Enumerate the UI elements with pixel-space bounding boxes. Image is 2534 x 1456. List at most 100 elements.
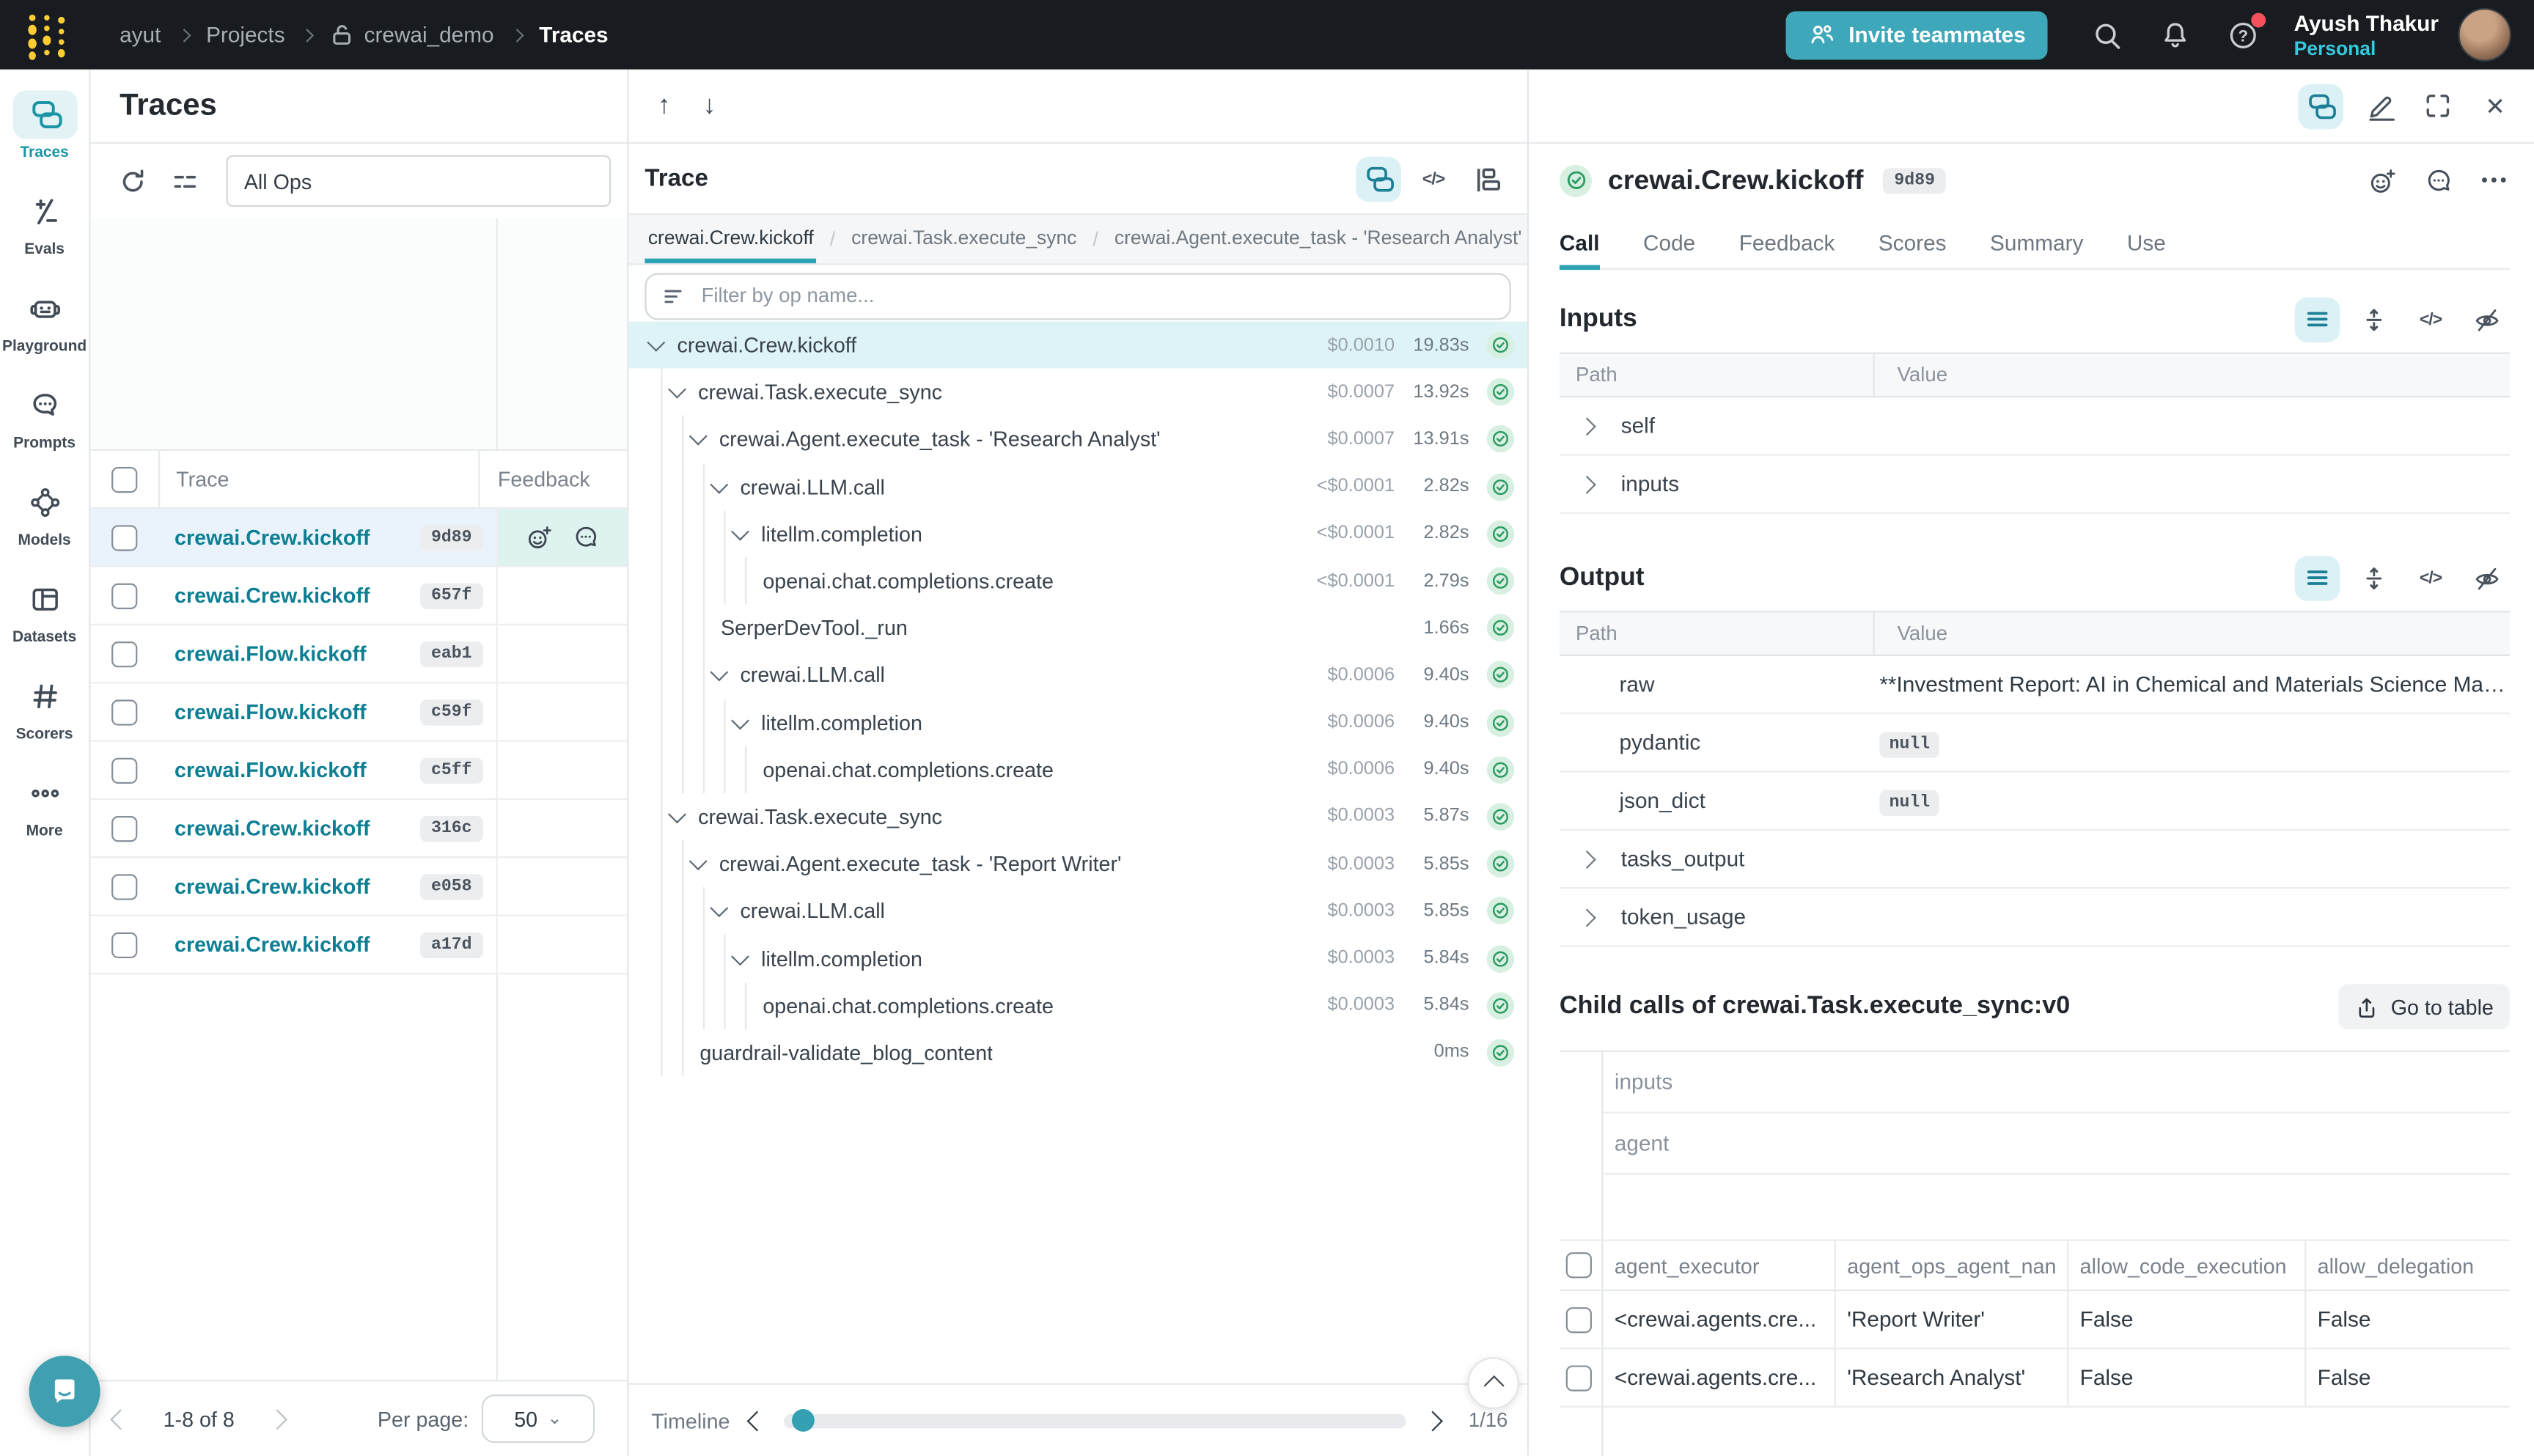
comment-icon[interactable] xyxy=(2425,166,2454,195)
timeline-prev-icon[interactable] xyxy=(746,1410,767,1430)
path-tab[interactable]: crewai.Crew.kickoff xyxy=(644,215,817,263)
more-options-icon[interactable]: ••• xyxy=(2481,171,2510,190)
edit-icon[interactable] xyxy=(2357,84,2402,129)
collapse-node-icon[interactable] xyxy=(710,475,728,493)
collapse-node-icon[interactable] xyxy=(668,805,686,823)
code-view-icon[interactable]: </> xyxy=(2408,556,2453,601)
tree-node[interactable]: SerperDevTool._run1.66s xyxy=(628,605,1527,652)
collapse-node-icon[interactable] xyxy=(689,853,708,871)
tab-use[interactable]: Use xyxy=(2127,216,2166,268)
table-row[interactable]: pydanticnull xyxy=(1560,714,2510,772)
row-checkbox[interactable] xyxy=(111,641,137,666)
add-reaction-icon[interactable] xyxy=(525,523,552,551)
tree-node[interactable]: crewai.LLM.call$0.00035.85s xyxy=(628,888,1527,935)
comment-icon[interactable] xyxy=(572,523,599,551)
collapse-node-icon[interactable] xyxy=(710,900,728,918)
hide-values-icon[interactable] xyxy=(2464,556,2510,601)
table-row[interactable]: json_dictnull xyxy=(1560,773,2510,831)
tree-view-toggle[interactable] xyxy=(1356,156,1401,202)
avatar[interactable] xyxy=(2458,8,2511,62)
tab-feedback[interactable]: Feedback xyxy=(1739,216,1835,268)
prev-call-button[interactable]: ↑ xyxy=(658,93,671,119)
row-checkbox[interactable] xyxy=(111,815,137,841)
per-page-select[interactable]: 50 ⌄ xyxy=(482,1394,595,1443)
go-to-table-button[interactable]: Go to table xyxy=(2339,984,2510,1029)
user-menu[interactable]: Ayush Thakur Personal xyxy=(2294,10,2439,59)
tree-node[interactable]: crewai.LLM.call<$0.00012.82s xyxy=(628,463,1527,510)
trace-link[interactable]: crewai.Crew.kickoff xyxy=(175,933,370,957)
table-row[interactable]: crewai.Flow.kickoffeab1 xyxy=(90,625,627,683)
expand-row-icon[interactable] xyxy=(1578,908,1596,926)
tree-node[interactable]: guardrail-validate_blog_content0ms xyxy=(628,1029,1527,1076)
help-icon[interactable]: ? xyxy=(2228,18,2260,51)
filter-columns-icon[interactable] xyxy=(161,158,207,204)
sidebar-item-prompts[interactable]: Prompts xyxy=(0,381,89,478)
timeline-slider[interactable] xyxy=(783,1413,1406,1427)
collapse-node-icon[interactable] xyxy=(647,334,665,352)
add-reaction-icon[interactable] xyxy=(2368,166,2398,195)
sidebar-item-traces[interactable]: Traces xyxy=(0,90,89,187)
table-row[interactable]: tasks_output xyxy=(1560,831,2510,889)
row-checkbox[interactable] xyxy=(111,757,137,783)
tree-node[interactable]: litellm.completion<$0.00012.82s xyxy=(628,510,1527,557)
column-header[interactable]: allow_delegation xyxy=(2305,1241,2510,1291)
tree-node[interactable]: openai.chat.completions.create$0.00035.8… xyxy=(628,982,1527,1029)
select-all-checkbox[interactable] xyxy=(111,466,137,492)
collapse-node-icon[interactable] xyxy=(731,711,749,729)
table-row[interactable]: crewai.Crew.kickoffe058 xyxy=(90,858,627,916)
path-tab[interactable]: crewai.Task.execute_sync xyxy=(848,215,1080,263)
table-row[interactable]: token_usage xyxy=(1560,889,2510,946)
sidebar-item-models[interactable]: Models xyxy=(0,478,89,575)
op-name-filter[interactable] xyxy=(644,272,1510,319)
expand-rows-icon[interactable] xyxy=(2351,298,2397,343)
row-checkbox[interactable] xyxy=(1566,1306,1592,1332)
trace-column-header[interactable]: Trace xyxy=(158,451,478,507)
search-icon[interactable] xyxy=(2092,18,2124,51)
expand-row-icon[interactable] xyxy=(1578,475,1596,493)
sidebar-item-playground[interactable]: Playground xyxy=(0,284,89,381)
table-row[interactable]: self xyxy=(1560,397,2510,455)
code-view-icon[interactable]: </> xyxy=(2408,298,2453,343)
table-row[interactable]: crewai.Crew.kickoffa17d xyxy=(90,916,627,974)
tab-summary[interactable]: Summary xyxy=(1990,216,2083,268)
column-header[interactable]: allow_code_execution xyxy=(2067,1241,2305,1291)
expand-row-icon[interactable] xyxy=(1578,850,1596,868)
breadcrumb-projects[interactable]: Projects xyxy=(206,23,285,47)
collapse-node-icon[interactable] xyxy=(731,946,749,965)
trace-link[interactable]: crewai.Crew.kickoff xyxy=(175,816,370,840)
table-row[interactable]: crewai.Flow.kickoffc59f xyxy=(90,683,627,741)
trace-link[interactable]: crewai.Flow.kickoff xyxy=(175,699,367,724)
row-checkbox[interactable] xyxy=(1566,1364,1592,1390)
trace-link[interactable]: crewai.Crew.kickoff xyxy=(175,584,370,608)
tree-node[interactable]: openai.chat.completions.create$0.00069.4… xyxy=(628,746,1527,793)
trace-link[interactable]: crewai.Flow.kickoff xyxy=(175,758,367,782)
sidebar-item-scorers[interactable]: Scorers xyxy=(0,672,89,769)
collapse-node-icon[interactable] xyxy=(668,380,686,399)
list-view-icon[interactable] xyxy=(2295,298,2340,343)
tab-call[interactable]: Call xyxy=(1560,216,1600,268)
hide-values-icon[interactable] xyxy=(2464,298,2510,343)
ops-filter-select[interactable]: All Ops xyxy=(227,155,612,207)
column-header[interactable]: agent_ops_agent_nan xyxy=(1835,1241,2067,1291)
table-row[interactable]: <crewai.agents.cre... 'Research Analyst'… xyxy=(1560,1349,2510,1407)
invite-teammates-button[interactable]: Invite teammates xyxy=(1785,10,2048,59)
tree-node[interactable]: crewai.LLM.call$0.00069.40s xyxy=(628,652,1527,699)
collapse-node-icon[interactable] xyxy=(731,522,749,540)
row-checkbox[interactable] xyxy=(111,873,137,899)
table-row[interactable]: inputs xyxy=(1560,456,2510,514)
collapse-node-icon[interactable] xyxy=(710,663,728,682)
tree-node[interactable]: litellm.completion$0.00069.40s xyxy=(628,699,1527,746)
tree-node[interactable]: crewai.Crew.kickoff$0.001019.83s xyxy=(628,322,1527,369)
table-row[interactable]: crewai.Crew.kickoff9d89 xyxy=(90,509,627,567)
table-row[interactable]: crewai.Crew.kickoff657f xyxy=(90,567,627,625)
tree-node[interactable]: crewai.Agent.execute_task - 'Research An… xyxy=(628,416,1527,463)
breadcrumb-project[interactable]: crewai_demo xyxy=(364,23,494,47)
trace-link[interactable]: crewai.Crew.kickoff xyxy=(175,525,370,549)
table-row[interactable]: raw**Investment Report: AI in Chemical a… xyxy=(1560,656,2510,714)
collapse-timeline-button[interactable] xyxy=(1467,1357,1519,1409)
tree-node[interactable]: crewai.Task.execute_sync$0.000713.92s xyxy=(628,369,1527,416)
table-row[interactable]: <crewai.agents.cre... 'Report Writer' Fa… xyxy=(1560,1291,2510,1349)
tab-scores[interactable]: Scores xyxy=(1879,216,1947,268)
row-checkbox[interactable] xyxy=(111,699,137,724)
table-row[interactable]: crewai.Crew.kickoff316c xyxy=(90,800,627,858)
